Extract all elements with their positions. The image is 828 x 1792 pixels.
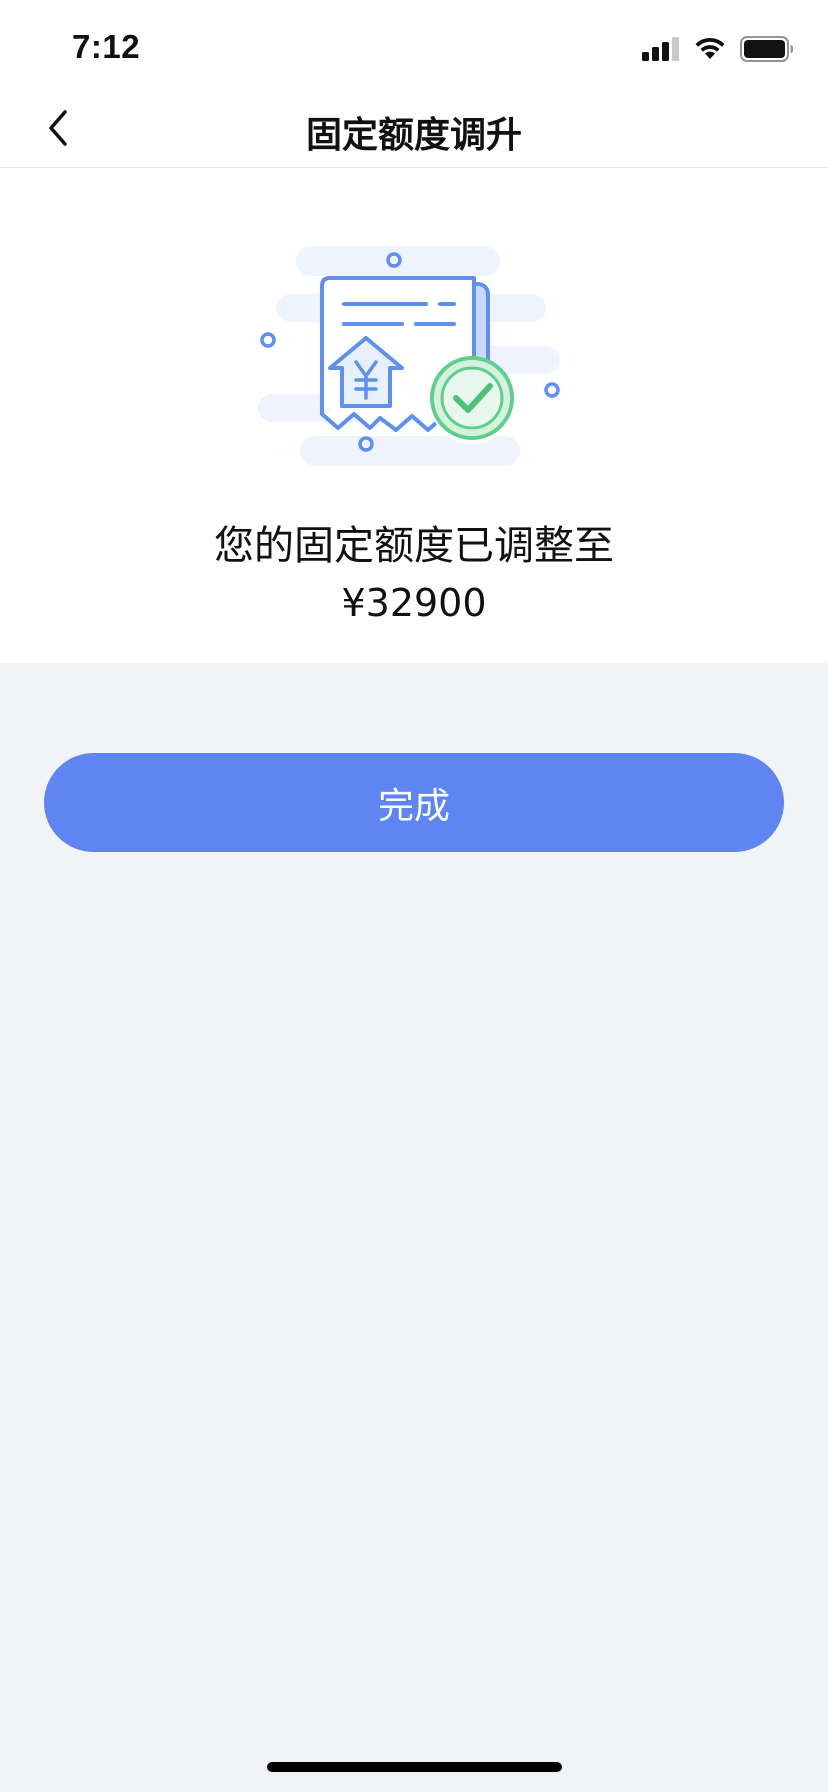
status-icons (642, 34, 794, 64)
navigation-bar: 固定额度调升 (0, 92, 828, 168)
status-time: 7:12 (72, 28, 141, 65)
status-bar: 7:12 (0, 0, 828, 92)
result-message: 您的固定额度已调整至 (214, 523, 614, 569)
done-button[interactable]: 完成 (44, 753, 784, 852)
home-indicator[interactable] (267, 1762, 562, 1772)
receipt-success-icon (258, 246, 560, 466)
wifi-icon (695, 37, 725, 59)
page-title: 固定额度调升 (305, 115, 522, 156)
result-amount: ¥32900 (341, 581, 487, 625)
battery-icon (740, 36, 793, 62)
signal-icon (642, 37, 679, 61)
result-card: 您的固定额度已调整至 ¥32900 (0, 168, 828, 663)
